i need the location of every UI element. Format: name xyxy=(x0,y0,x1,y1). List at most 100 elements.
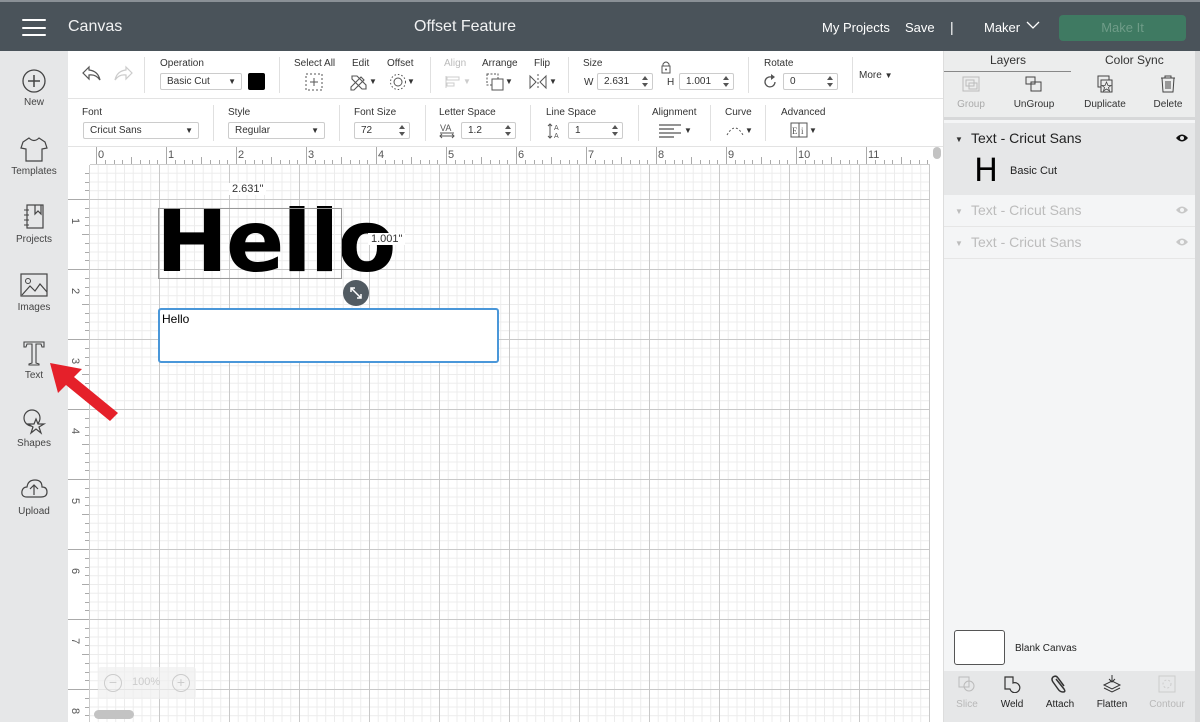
operation-select[interactable]: Basic Cut ▼ xyxy=(160,73,242,90)
horizontal-scrollbar[interactable] xyxy=(94,710,134,719)
ruler-tick xyxy=(85,321,89,323)
ruler-tick xyxy=(85,190,89,192)
layer-item[interactable]: ▼ Text - Cricut Sans xyxy=(944,227,1200,259)
font-select[interactable]: Cricut Sans ▼ xyxy=(83,122,199,139)
expand-triangle-icon[interactable]: ▼ xyxy=(955,239,963,248)
duplicate-button[interactable]: Duplicate xyxy=(1075,75,1135,110)
ruler-tick xyxy=(472,160,474,164)
text-edit-input[interactable] xyxy=(158,308,499,363)
selection-box[interactable] xyxy=(158,208,342,279)
redo-icon[interactable] xyxy=(112,65,134,83)
chevron-down-icon[interactable] xyxy=(1026,20,1040,30)
panel-scrollbar[interactable] xyxy=(1195,51,1200,722)
curve-icon[interactable] xyxy=(725,123,745,137)
ruler-tick xyxy=(85,330,89,332)
lock-icon[interactable] xyxy=(660,60,672,74)
zoom-out-button[interactable]: − xyxy=(104,674,122,692)
font-size-label: Font Size xyxy=(354,107,397,118)
more-button[interactable]: More ▼ xyxy=(859,70,893,81)
document-title: Offset Feature xyxy=(414,18,516,35)
layer-item-active[interactable]: ▼ Text - Cricut Sans H Basic Cut xyxy=(944,123,1200,195)
rotate-input[interactable]: 0 xyxy=(783,73,838,90)
my-projects-link[interactable]: My Projects xyxy=(822,20,890,35)
stepper-icon[interactable] xyxy=(723,76,729,87)
weld-button[interactable]: Weld xyxy=(987,675,1037,710)
operation-color-swatch[interactable] xyxy=(248,73,265,90)
resize-handle[interactable] xyxy=(343,280,369,306)
ruler-tick xyxy=(813,160,815,164)
delete-button[interactable]: Delete xyxy=(1138,75,1198,110)
ruler-tick xyxy=(743,160,745,164)
align-label: Align xyxy=(444,58,467,69)
line-space-input[interactable]: 1 xyxy=(568,122,623,139)
slice-button[interactable]: Slice xyxy=(942,675,992,710)
style-label: Style xyxy=(228,107,251,118)
ruler-x-label: 0 xyxy=(98,149,105,161)
sidebar-item-upload[interactable]: Upload xyxy=(0,475,68,537)
layer-item[interactable]: ▼ Text - Cricut Sans xyxy=(944,195,1200,227)
align-icon[interactable] xyxy=(444,75,462,89)
sidebar-item-templates[interactable]: Templates xyxy=(0,135,68,197)
ruler-tick xyxy=(367,160,369,164)
ruler-tick xyxy=(454,160,456,164)
ruler-tick xyxy=(85,610,89,612)
ruler-tick xyxy=(507,160,509,164)
canvas-swatch[interactable] xyxy=(954,630,1005,665)
ruler-x-label: 7 xyxy=(588,149,595,161)
stepper-icon[interactable] xyxy=(612,125,618,136)
font-size-input[interactable]: 72 xyxy=(354,122,410,139)
arrange-icon[interactable] xyxy=(486,73,504,91)
align-left-icon[interactable] xyxy=(658,123,682,139)
stepper-icon[interactable] xyxy=(827,76,833,87)
ungroup-button[interactable]: UnGroup xyxy=(1004,75,1064,110)
sidebar-item-new[interactable]: New xyxy=(0,68,68,130)
letter-space-input[interactable]: 1.2 xyxy=(461,122,516,139)
ruler-tick xyxy=(68,339,89,340)
expand-triangle-icon[interactable]: ▼ xyxy=(955,207,963,216)
eye-icon[interactable] xyxy=(1175,133,1189,143)
tshirt-icon xyxy=(20,137,48,162)
ruler-tick xyxy=(85,487,89,489)
machine-select[interactable]: Maker xyxy=(984,20,1020,35)
tab-layers[interactable]: Layers xyxy=(990,53,1026,67)
save-button[interactable]: Save xyxy=(905,20,935,35)
make-it-button[interactable]: Make It xyxy=(1059,15,1186,41)
offset-icon[interactable] xyxy=(389,73,407,91)
blank-canvas-item[interactable]: Blank Canvas xyxy=(944,622,1200,670)
zoom-in-button[interactable]: + xyxy=(172,674,190,692)
stepper-icon[interactable] xyxy=(399,125,405,136)
select-all-icon[interactable] xyxy=(305,73,323,91)
width-input[interactable]: 2.631 xyxy=(597,73,653,90)
ruler-tick xyxy=(122,160,124,164)
ruler-tick xyxy=(82,584,89,585)
sidebar-item-images[interactable]: Images xyxy=(0,271,68,333)
edit-tools-icon[interactable] xyxy=(349,73,369,91)
expand-triangle-icon[interactable]: ▼ xyxy=(955,135,963,144)
undo-icon[interactable] xyxy=(81,65,103,83)
stepper-icon[interactable] xyxy=(505,125,511,136)
attach-button[interactable]: Attach xyxy=(1035,675,1085,710)
ruler-tick xyxy=(909,160,911,164)
group-button[interactable]: Group xyxy=(941,75,1001,110)
ruler-tick xyxy=(85,286,89,288)
layer-actions: Slice Weld Attach Flatten Contour xyxy=(944,671,1200,722)
stepper-icon[interactable] xyxy=(642,76,648,87)
style-select[interactable]: Regular ▼ xyxy=(228,122,325,139)
rotate-icon[interactable] xyxy=(763,74,778,89)
contour-button[interactable]: Contour xyxy=(1142,675,1192,710)
eye-icon[interactable] xyxy=(1175,205,1189,215)
tab-color-sync[interactable]: Color Sync xyxy=(1105,53,1164,67)
flip-icon[interactable] xyxy=(528,73,548,91)
ruler-x-label: 4 xyxy=(378,149,385,161)
ruler-tick xyxy=(332,160,334,164)
design-canvas[interactable]: 0 1 2 3 4 5 6 7 8 9 10 11 12345678 2.631" Hello 1.0… xyxy=(68,147,943,722)
advanced-icon[interactable]: Ei xyxy=(790,122,808,138)
eye-icon[interactable] xyxy=(1175,237,1189,247)
height-input[interactable]: 1.001 xyxy=(679,73,734,90)
flatten-button[interactable]: Flatten xyxy=(1087,675,1137,710)
line-space-label: Line Space xyxy=(546,107,597,118)
sidebar-item-projects[interactable]: Projects xyxy=(0,203,68,265)
ruler-tick xyxy=(918,160,920,164)
slice-icon xyxy=(958,676,975,692)
vertical-scrollbar[interactable] xyxy=(933,147,941,159)
